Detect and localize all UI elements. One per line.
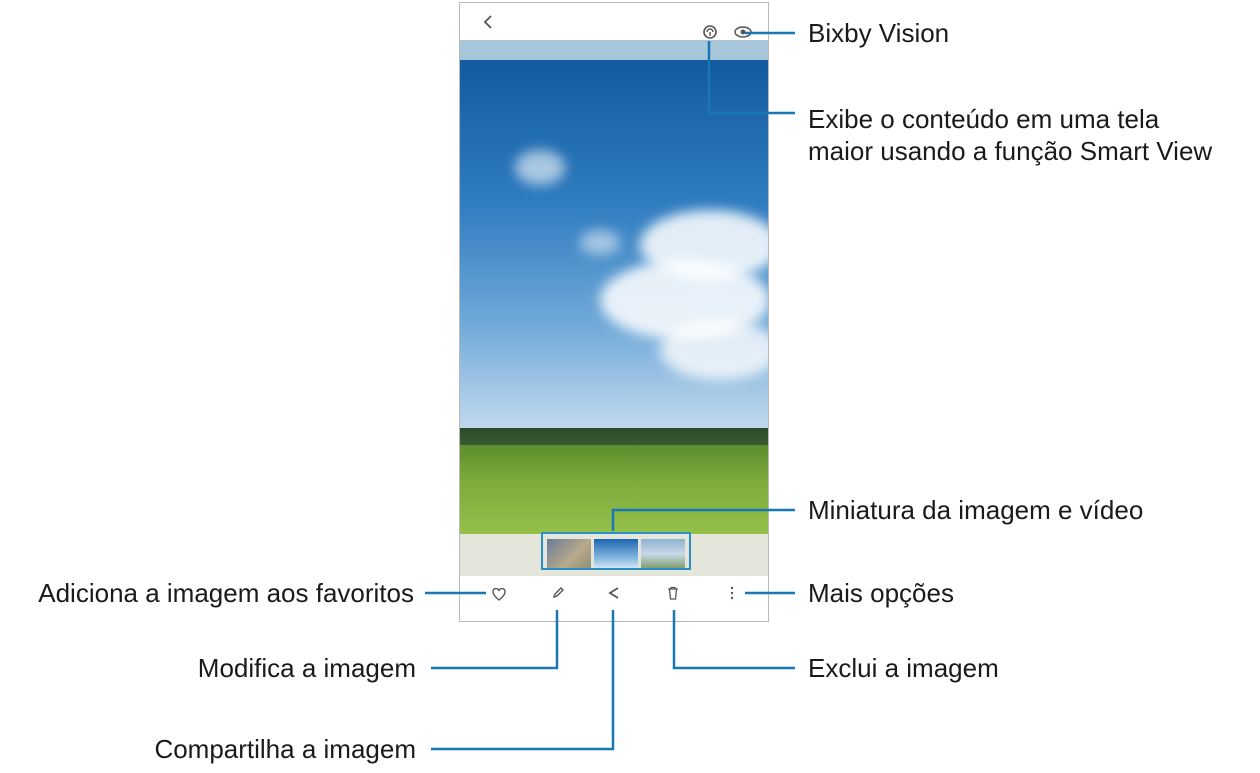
callout-share: Compartilha a imagem	[154, 734, 416, 764]
callout-thumbnails: Miniatura da imagem e vídeo	[808, 495, 1144, 525]
callout-edit: Modifica a imagem	[197, 653, 416, 683]
callout-more-options: Mais opções	[808, 578, 954, 608]
callout-favorite: Adiciona a imagem aos favoritos	[38, 578, 414, 608]
callout-smart-view-line2: maior usando a função Smart View	[808, 136, 1213, 166]
callout-bixby-vision: Bixby Vision	[808, 18, 950, 48]
callout-smart-view-line1: Exibe o conteúdo em uma tela	[808, 104, 1160, 134]
callout-delete: Exclui a imagem	[808, 653, 999, 683]
